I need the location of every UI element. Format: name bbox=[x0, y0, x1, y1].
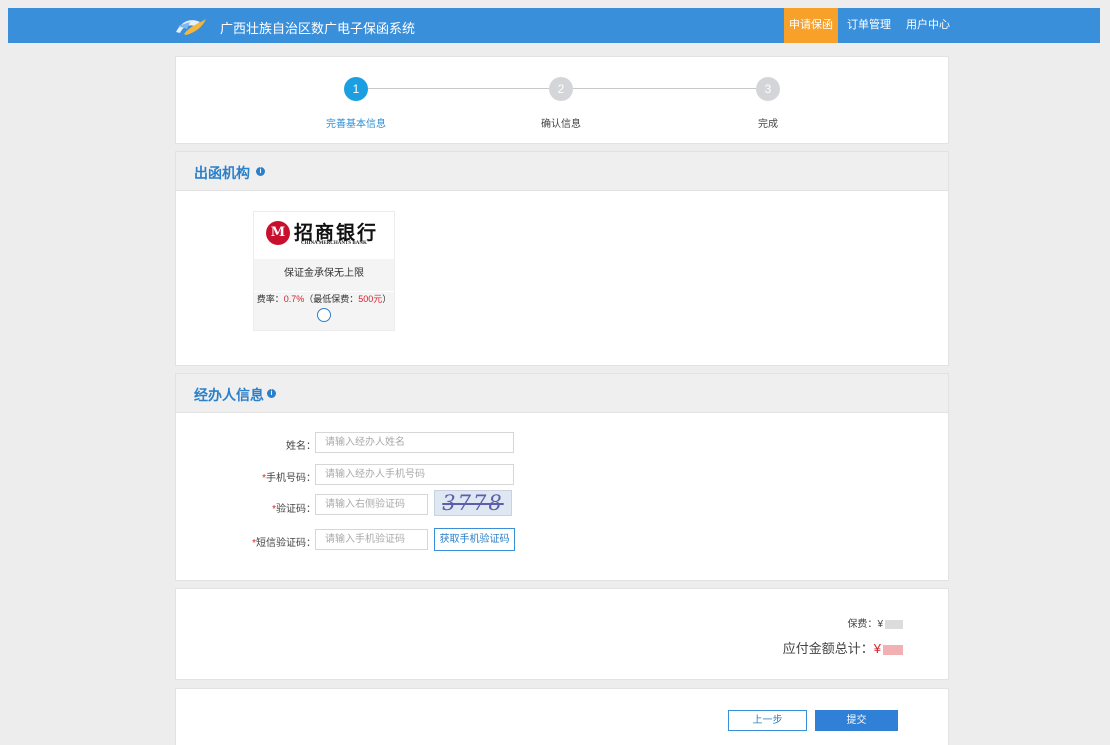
submit-button[interactable]: 提交 bbox=[815, 710, 898, 731]
nav-user-center[interactable]: 用户中心 bbox=[902, 8, 954, 43]
captcha-label: *验证码： bbox=[272, 504, 316, 515]
logo-icon bbox=[176, 19, 206, 35]
agent-section: 经办人信息 i 姓名： *手机号码： *验证码： 3778 *短信验证码： 获取… bbox=[175, 373, 949, 581]
bank-logo: 招商银行 CHINA MERCHANTS BANK bbox=[254, 212, 394, 259]
get-sms-code-button[interactable]: 获取手机验证码 bbox=[434, 528, 515, 551]
step-2-label: 确认信息 bbox=[541, 119, 581, 130]
phone-label: *手机号码： bbox=[262, 473, 316, 484]
bank-name-en: CHINA MERCHANTS BANK bbox=[301, 241, 367, 246]
top-navbar: 广西壮族自治区数广电子保函系统 申请保函 订单管理 用户中心 bbox=[8, 8, 1100, 43]
step-1-label: 完善基本信息 bbox=[326, 119, 386, 130]
agent-section-header: 经办人信息 i bbox=[176, 374, 948, 413]
premium-line: 保费：¥ bbox=[847, 615, 903, 630]
fee-summary: 保费：¥ 应付金额总计：¥ bbox=[175, 588, 949, 680]
premium-label: 保费： bbox=[847, 619, 878, 630]
min-premium-value: 500元 bbox=[358, 294, 383, 304]
step-2-circle: 2 bbox=[549, 77, 573, 101]
total-label: 应付金额总计： bbox=[782, 641, 874, 656]
captcha-input[interactable] bbox=[315, 494, 428, 515]
form-actions: 上一步 提交 bbox=[175, 688, 949, 745]
system-title: 广西壮族自治区数广电子保函系统 bbox=[220, 21, 416, 36]
step-1-circle: 1 bbox=[344, 77, 368, 101]
issuer-section-title: 出函机构 bbox=[194, 165, 250, 181]
min-premium-prefix: （最低保费： bbox=[304, 294, 359, 304]
rate-value: 0.7% bbox=[283, 294, 305, 304]
agent-phone-input[interactable] bbox=[315, 464, 514, 485]
premium-amount-redacted bbox=[885, 619, 903, 629]
nav-apply-guarantee[interactable]: 申请保函 bbox=[784, 8, 838, 43]
info-icon[interactable]: i bbox=[267, 389, 276, 398]
sms-code-label: *短信验证码： bbox=[252, 538, 316, 549]
bank-rate: 费率：0.7%（最低保费：500元） bbox=[254, 291, 394, 305]
bank-select-radio[interactable] bbox=[317, 308, 331, 322]
issuer-section: 出函机构 i 招商银行 CHINA MERCHANTS BANK 保证金承保无上… bbox=[175, 151, 949, 366]
total-amount-redacted bbox=[883, 644, 903, 655]
progress-steps: 1 2 3 完善基本信息 确认信息 完成 bbox=[175, 56, 949, 144]
bank-description: 保证金承保无上限 bbox=[284, 268, 364, 279]
step-connector bbox=[573, 88, 768, 89]
step-3-label: 完成 bbox=[758, 119, 778, 130]
agent-section-title: 经办人信息 bbox=[194, 387, 264, 403]
bank-emblem-icon bbox=[266, 221, 290, 245]
premium-currency: ¥ bbox=[877, 619, 883, 630]
issuer-section-header: 出函机构 i bbox=[176, 152, 948, 191]
captcha-text: 3778 bbox=[442, 491, 504, 515]
name-label: 姓名： bbox=[286, 441, 316, 452]
total-currency: ¥ bbox=[873, 641, 881, 656]
previous-step-button[interactable]: 上一步 bbox=[728, 710, 807, 731]
captcha-image[interactable]: 3778 bbox=[434, 490, 512, 516]
min-premium-suffix: ） bbox=[382, 294, 392, 304]
nav-order-management[interactable]: 订单管理 bbox=[844, 8, 894, 43]
sms-code-input[interactable] bbox=[315, 529, 428, 550]
rate-label: 费率： bbox=[256, 294, 284, 304]
step-3-circle: 3 bbox=[756, 77, 780, 101]
agent-name-input[interactable] bbox=[315, 432, 514, 453]
bank-option-card[interactable]: 招商银行 CHINA MERCHANTS BANK 保证金承保无上限 费率：0.… bbox=[253, 211, 395, 331]
total-line: 应付金额总计：¥ bbox=[783, 638, 903, 657]
info-icon[interactable]: i bbox=[256, 167, 265, 176]
step-connector bbox=[368, 88, 563, 89]
